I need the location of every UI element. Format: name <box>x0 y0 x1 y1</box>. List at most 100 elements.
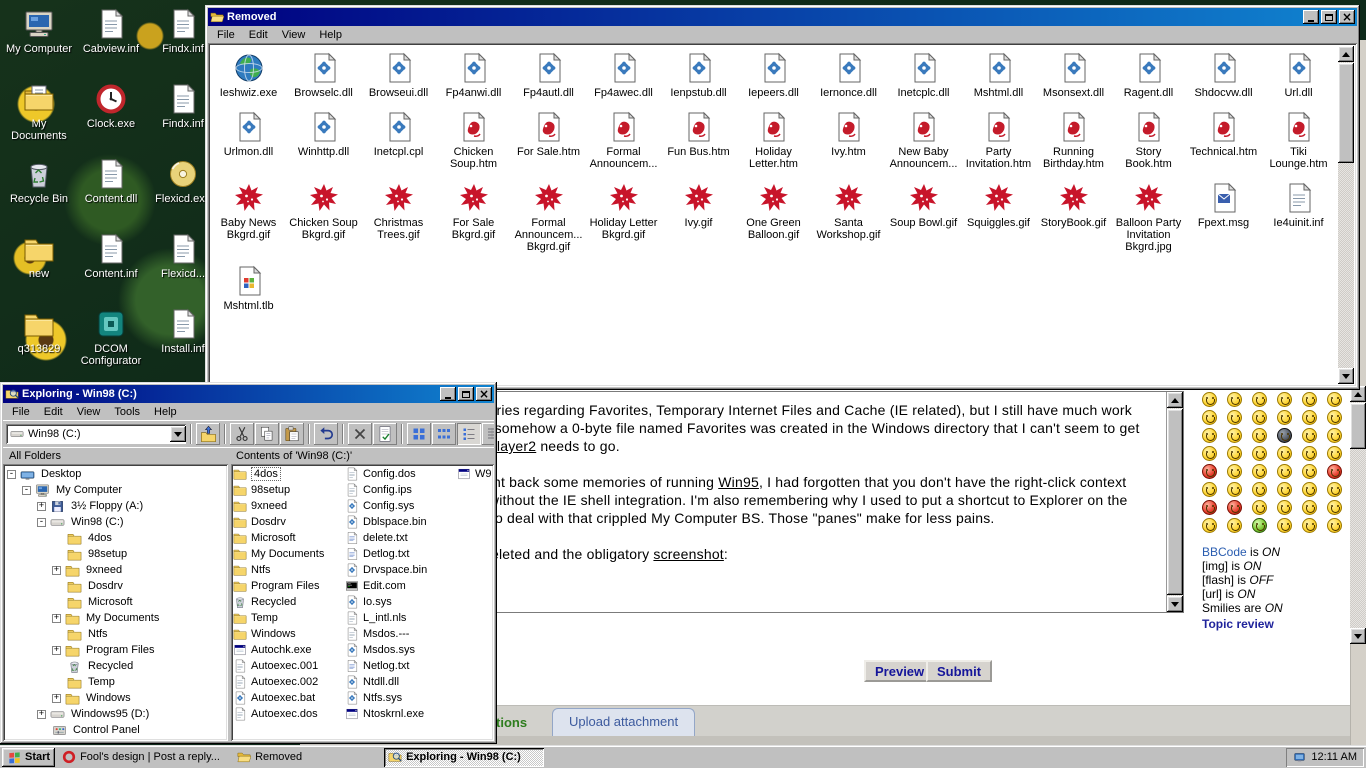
file-item[interactable]: Ie4uinit.inf <box>1261 182 1336 253</box>
file-item[interactable]: Soup Bowl.gif <box>886 182 961 253</box>
smiley-icon[interactable] <box>1277 446 1292 461</box>
preview-button[interactable]: Preview <box>864 660 935 682</box>
post-scrollbar[interactable] <box>1166 392 1183 612</box>
smiley-icon[interactable] <box>1277 464 1292 479</box>
file-item[interactable]: Mshtml.tlb <box>211 265 286 312</box>
content-item[interactable]: Microsoft <box>233 530 345 546</box>
copy-button[interactable] <box>255 423 279 445</box>
smiley-icon[interactable] <box>1252 482 1267 497</box>
delete-button[interactable] <box>348 423 372 445</box>
content-item[interactable]: Ntoskrnl.exe <box>345 706 457 722</box>
content-item[interactable]: Detlog.txt <box>345 546 457 562</box>
small-icons-view-button[interactable] <box>432 423 456 445</box>
scroll-thumb[interactable] <box>1338 63 1354 163</box>
undo-button[interactable] <box>314 423 338 445</box>
content-item[interactable]: Ntfs.sys <box>345 690 457 706</box>
properties-button[interactable] <box>373 423 397 445</box>
smiley-icon[interactable] <box>1327 464 1342 479</box>
content-item[interactable]: Io.sys <box>345 594 457 610</box>
tree-item[interactable]: Temp <box>5 674 226 690</box>
tree-expand-toggle[interactable]: + <box>52 694 61 703</box>
start-button[interactable]: Start <box>2 748 55 767</box>
tree-item[interactable]: -Win98 (C:) <box>5 514 226 530</box>
file-item[interactable]: Fpext.msg <box>1186 182 1261 253</box>
content-item[interactable]: Config.dos <box>345 466 457 482</box>
file-item[interactable]: Holiday Letter.htm <box>736 111 811 170</box>
file-item[interactable]: New Baby Announcem... <box>886 111 961 170</box>
smiley-icon[interactable] <box>1302 482 1317 497</box>
file-item[interactable]: Msonsext.dll <box>1036 52 1111 99</box>
file-item[interactable]: Browseui.dll <box>361 52 436 99</box>
content-item[interactable]: L_intl.nls <box>345 610 457 626</box>
desktop-icon[interactable]: My Computer <box>4 8 74 55</box>
file-item[interactable]: Balloon Party Invitation Bkgrd.jpg <box>1111 182 1186 253</box>
close-button[interactable]: × <box>476 387 492 401</box>
file-item[interactable]: Ivy.htm <box>811 111 886 170</box>
scroll-down-button[interactable] <box>1350 628 1366 644</box>
tree-item[interactable]: Recycled <box>5 658 226 674</box>
menu-edit[interactable]: Edit <box>242 27 275 43</box>
smiley-icon[interactable] <box>1277 518 1292 533</box>
menu-help[interactable]: Help <box>312 27 349 43</box>
smiley-icon[interactable] <box>1252 446 1267 461</box>
desktop-icon[interactable]: My Documents <box>4 83 74 142</box>
file-item[interactable]: Fun Bus.htm <box>661 111 736 170</box>
file-item[interactable]: Story Book.htm <box>1111 111 1186 170</box>
smiley-icon[interactable] <box>1252 464 1267 479</box>
content-item[interactable]: Autoexec.dos <box>233 706 345 722</box>
smiley-icon[interactable] <box>1227 428 1242 443</box>
maximize-button[interactable] <box>1321 10 1337 24</box>
file-item[interactable]: Christmas Trees.gif <box>361 182 436 253</box>
content-item[interactable]: Ntfs <box>233 562 345 578</box>
taskbar-task[interactable]: Removed <box>233 748 381 767</box>
maximize-button[interactable] <box>458 387 474 401</box>
tree-expand-toggle[interactable]: + <box>52 566 61 575</box>
smiley-icon[interactable] <box>1302 518 1317 533</box>
file-item[interactable]: Santa Workshop.gif <box>811 182 886 253</box>
tree-expand-toggle[interactable]: + <box>37 710 46 719</box>
content-item[interactable]: Drvspace.bin <box>345 562 457 578</box>
file-item[interactable]: Ivy.gif <box>661 182 736 253</box>
file-item[interactable]: Inetcplc.dll <box>886 52 961 99</box>
smiley-icon[interactable] <box>1327 428 1342 443</box>
smiley-icon[interactable] <box>1227 500 1242 515</box>
submit-button[interactable]: Submit <box>926 660 992 682</box>
file-item[interactable]: Running Birthday.htm <box>1036 111 1111 170</box>
tree-expand-toggle[interactable]: + <box>52 646 61 655</box>
file-item[interactable]: For Sale.htm <box>511 111 586 170</box>
tree-item[interactable]: +Windows <box>5 690 226 706</box>
smiley-icon[interactable] <box>1302 410 1317 425</box>
smiley-icon[interactable] <box>1302 500 1317 515</box>
file-item[interactable]: Iepeers.dll <box>736 52 811 99</box>
address-combo[interactable]: Win98 (C:) <box>6 424 186 444</box>
tree-expand-toggle[interactable]: + <box>37 502 46 511</box>
content-item[interactable]: 4dos <box>233 466 345 482</box>
content-item[interactable]: 98setup <box>233 482 345 498</box>
tree-item[interactable]: Ntfs <box>5 626 226 642</box>
tree-item[interactable]: Dosdrv <box>5 578 226 594</box>
tree-item[interactable]: +Windows95 (D:) <box>5 706 226 722</box>
smiley-icon[interactable] <box>1327 446 1342 461</box>
tree-item[interactable]: +3½ Floppy (A:) <box>5 498 226 514</box>
tree-item[interactable]: -Desktop <box>5 466 226 482</box>
minimize-button[interactable] <box>1303 10 1319 24</box>
file-item[interactable]: StoryBook.gif <box>1036 182 1111 253</box>
file-item[interactable]: Chicken Soup Bkgrd.gif <box>286 182 361 253</box>
tree-item[interactable]: Microsoft <box>5 594 226 610</box>
paste-button[interactable] <box>280 423 304 445</box>
menu-tools[interactable]: Tools <box>107 404 147 420</box>
tree-item[interactable]: Control Panel <box>5 722 226 738</box>
smiley-icon[interactable] <box>1227 392 1242 407</box>
smiley-icon[interactable] <box>1202 446 1217 461</box>
details-view-button[interactable] <box>482 423 494 445</box>
desktop-icon[interactable]: q313829 <box>4 308 74 355</box>
content-item[interactable]: Windows <box>233 626 345 642</box>
content-item[interactable]: Dblspace.bin <box>345 514 457 530</box>
file-item[interactable]: For Sale Bkgrd.gif <box>436 182 511 253</box>
tree-expand-toggle[interactable]: - <box>7 470 16 479</box>
scroll-thumb[interactable] <box>1350 403 1366 449</box>
file-item[interactable]: Ieshwiz.exe <box>211 52 286 99</box>
menu-file[interactable]: File <box>5 404 37 420</box>
content-item[interactable]: Config.ips <box>345 482 457 498</box>
smiley-icon[interactable] <box>1202 428 1217 443</box>
